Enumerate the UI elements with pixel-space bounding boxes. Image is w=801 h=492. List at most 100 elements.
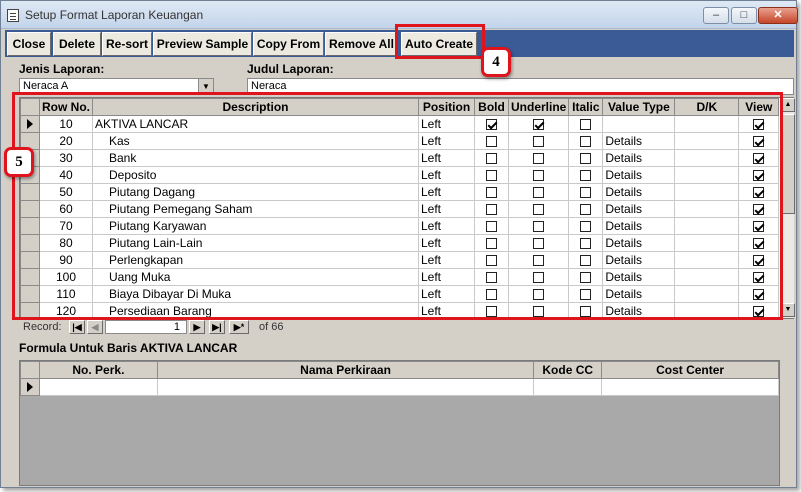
dk-cell[interactable] (674, 217, 740, 235)
chevron-down-icon[interactable]: ▼ (198, 79, 213, 94)
table-row[interactable]: 50 Piutang Dagang Left Details (20, 183, 780, 201)
position-cell[interactable]: Left (418, 302, 475, 318)
formula-no-perk-cell[interactable] (39, 378, 158, 396)
row-no-cell[interactable]: 10 (39, 115, 93, 133)
description-cell[interactable]: Kas (92, 132, 419, 150)
value-type-cell[interactable]: Details (602, 183, 676, 201)
col-header-dk[interactable]: D/K (674, 98, 740, 116)
close-button[interactable]: Close (7, 32, 51, 56)
position-cell[interactable]: Left (418, 166, 475, 184)
table-row[interactable]: 20 Kas Left Details (20, 132, 780, 150)
underline-cell[interactable] (508, 302, 570, 318)
bold-checkbox[interactable] (486, 238, 497, 250)
italic-cell[interactable] (568, 183, 604, 201)
dk-cell[interactable] (674, 268, 740, 286)
value-type-cell[interactable]: Details (602, 234, 676, 252)
col-header-bold[interactable]: Bold (474, 98, 509, 116)
position-cell[interactable]: Left (418, 285, 475, 303)
view-checkbox[interactable] (753, 153, 765, 165)
value-type-cell[interactable]: Details (602, 251, 676, 269)
new-record-icon[interactable]: ▶* (229, 320, 249, 334)
auto-create-button[interactable]: Auto Create (401, 32, 477, 56)
bold-cell[interactable] (474, 115, 509, 133)
view-checkbox[interactable] (753, 136, 765, 148)
row-no-cell[interactable]: 110 (39, 285, 93, 303)
dk-cell[interactable] (674, 200, 740, 218)
underline-checkbox[interactable] (533, 272, 545, 284)
next-record-icon[interactable]: ▶ (189, 320, 205, 334)
view-cell[interactable] (738, 183, 780, 201)
view-checkbox[interactable] (753, 187, 765, 199)
row-selector[interactable] (20, 217, 40, 235)
italic-cell[interactable] (568, 132, 604, 150)
bold-checkbox[interactable] (486, 289, 497, 301)
bold-checkbox[interactable] (486, 119, 497, 131)
underline-checkbox[interactable] (533, 306, 545, 318)
underline-cell[interactable] (508, 149, 570, 167)
view-checkbox[interactable] (753, 255, 765, 267)
bold-cell[interactable] (474, 149, 509, 167)
view-checkbox[interactable] (753, 238, 765, 250)
formula-cost-center-cell[interactable] (601, 378, 779, 396)
dk-cell[interactable] (674, 132, 740, 150)
row-no-cell[interactable]: 40 (39, 166, 93, 184)
italic-cell[interactable] (568, 217, 604, 235)
italic-checkbox[interactable] (580, 170, 592, 182)
col-header-row-no[interactable]: Row No. (39, 98, 93, 116)
underline-cell[interactable] (508, 268, 570, 286)
bold-checkbox[interactable] (486, 255, 497, 267)
col-header-no-perk[interactable]: No. Perk. (38, 361, 158, 379)
row-selector[interactable] (20, 200, 40, 218)
row-selector[interactable] (20, 285, 40, 303)
italic-checkbox[interactable] (580, 255, 592, 267)
dk-cell[interactable] (674, 115, 740, 133)
view-cell[interactable] (738, 166, 780, 184)
table-row[interactable]: 40 Deposito Left Details (20, 166, 780, 184)
view-checkbox[interactable] (753, 289, 765, 301)
preview-sample-button[interactable]: Preview Sample (153, 32, 252, 56)
underline-checkbox[interactable] (533, 204, 545, 216)
bold-checkbox[interactable] (486, 221, 497, 233)
row-no-cell[interactable]: 120 (39, 302, 93, 318)
col-header-cost-center[interactable]: Cost Center (601, 361, 779, 379)
italic-checkbox[interactable] (580, 289, 592, 301)
first-record-icon[interactable]: |◀ (69, 320, 85, 334)
italic-checkbox[interactable] (580, 136, 592, 148)
view-cell[interactable] (738, 251, 780, 269)
row-no-cell[interactable]: 30 (39, 149, 93, 167)
formula-nama-perkiraan-cell[interactable] (157, 378, 535, 396)
scroll-up-icon[interactable]: ▲ (781, 98, 795, 112)
row-no-cell[interactable]: 80 (39, 234, 93, 252)
underline-checkbox[interactable] (533, 289, 545, 301)
judul-laporan-input[interactable]: Neraca (247, 78, 794, 95)
underline-checkbox[interactable] (533, 136, 545, 148)
row-selector[interactable] (20, 234, 40, 252)
italic-cell[interactable] (568, 149, 604, 167)
table-row[interactable]: 70 Piutang Karyawan Left Details (20, 217, 780, 235)
value-type-cell[interactable]: Details (602, 132, 676, 150)
underline-cell[interactable] (508, 115, 570, 133)
value-type-cell[interactable]: Details (602, 200, 676, 218)
col-header-nama-perkiraan[interactable]: Nama Perkiraan (156, 361, 535, 379)
italic-cell[interactable] (568, 166, 604, 184)
italic-checkbox[interactable] (580, 204, 592, 216)
description-cell[interactable]: Persediaan Barang (92, 302, 419, 318)
view-checkbox[interactable] (753, 119, 765, 131)
description-cell[interactable]: Piutang Karyawan (92, 217, 419, 235)
underline-checkbox[interactable] (533, 170, 545, 182)
bold-cell[interactable] (474, 285, 509, 303)
italic-checkbox[interactable] (580, 238, 592, 250)
italic-cell[interactable] (568, 200, 604, 218)
prev-record-icon[interactable]: ◀ (87, 320, 103, 334)
row-selector[interactable] (20, 115, 40, 133)
view-cell[interactable] (738, 149, 780, 167)
description-cell[interactable]: Piutang Dagang (92, 183, 419, 201)
row-no-cell[interactable]: 70 (39, 217, 93, 235)
bold-checkbox[interactable] (486, 204, 497, 216)
view-checkbox[interactable] (753, 306, 765, 318)
bold-checkbox[interactable] (486, 153, 497, 165)
table-row[interactable]: 100 Uang Muka Left Details (20, 268, 780, 286)
value-type-cell[interactable]: Details (602, 166, 676, 184)
description-cell[interactable]: AKTIVA LANCAR (92, 115, 419, 133)
view-cell[interactable] (738, 285, 780, 303)
